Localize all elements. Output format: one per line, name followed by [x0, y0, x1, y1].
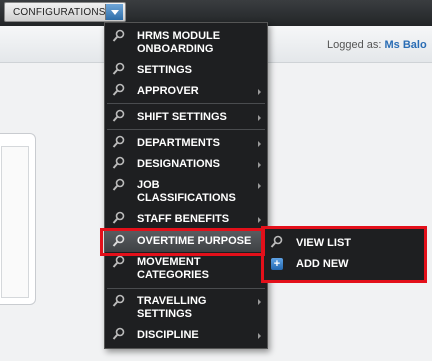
content-panel: [1, 146, 29, 298]
menu-item-label: DESIGNATIONS: [137, 158, 220, 170]
magnifier-icon: [112, 178, 125, 191]
magnifier-icon: [112, 83, 125, 96]
menu-item-label: APPROVER: [137, 85, 199, 97]
magnifier-icon: [112, 327, 125, 340]
submenu-highlight-box: [261, 226, 427, 283]
menu-item-label-line2: CATEGORIES: [137, 269, 209, 281]
logged-as-text: Logged as: Ms Balo: [327, 39, 427, 51]
menu-item-designations[interactable]: DESIGNATIONS: [105, 156, 267, 172]
menu-item-approver[interactable]: APPROVER: [105, 83, 267, 99]
menu-item-label: HRMS MODULE: [137, 30, 221, 42]
magnifier-icon: [112, 294, 125, 307]
logged-user-link[interactable]: Ms Balo: [385, 39, 427, 51]
menu-item-label: SHIFT SETTINGS: [137, 111, 227, 123]
menu-divider: [107, 288, 265, 289]
configurations-menu-button[interactable]: CONFIGURATIONS: [4, 2, 126, 22]
menu-item-job-classifications[interactable]: JOB CLASSIFICATIONS: [105, 178, 267, 206]
menu-item-label-line2: ONBOARDING: [137, 43, 214, 55]
menu-item-label: STAFF BENEFITS: [137, 213, 230, 225]
menu-item-label: TRAVELLING: [137, 295, 207, 307]
menu-item-discipline[interactable]: DISCIPLINE: [105, 327, 267, 343]
menu-item-label: JOB: [137, 179, 160, 191]
menu-item-settings[interactable]: SETTINGS: [105, 62, 267, 78]
menu-item-hrms-module-onboarding[interactable]: HRMS MODULE ONBOARDING: [105, 29, 267, 57]
chevron-right-icon: [258, 115, 261, 121]
menu-divider: [107, 129, 265, 130]
logged-as-label: Logged as:: [327, 39, 382, 51]
overtime-purpose-highlight-box: [100, 228, 266, 256]
chevron-right-icon: [258, 141, 261, 147]
chevron-right-icon: [258, 183, 261, 189]
menu-item-label: DEPARTMENTS: [137, 137, 220, 149]
magnifier-icon: [112, 62, 125, 75]
menu-item-label: DISCIPLINE: [137, 329, 199, 341]
menu-item-label-line2: CLASSIFICATIONS: [137, 192, 236, 204]
chevron-right-icon: [258, 299, 261, 305]
menu-divider: [107, 103, 265, 104]
menu-item-label: MOVEMENT: [137, 256, 201, 268]
magnifier-icon: [112, 211, 125, 224]
menu-item-staff-benefits[interactable]: STAFF BENEFITS: [105, 211, 267, 227]
menu-item-shift-settings[interactable]: SHIFT SETTINGS: [105, 109, 267, 125]
menu-item-label-line2: SETTINGS: [137, 308, 193, 320]
chevron-right-icon: [258, 162, 261, 168]
menu-item-departments[interactable]: DEPARTMENTS: [105, 135, 267, 151]
magnifier-icon: [112, 156, 125, 169]
menu-item-travelling-settings[interactable]: TRAVELLING SETTINGS: [105, 294, 267, 322]
menu-item-label: SETTINGS: [137, 64, 193, 76]
magnifier-icon: [112, 109, 125, 122]
chevron-right-icon: [258, 333, 261, 339]
configurations-dropdown-menu: HRMS MODULE ONBOARDING SETTINGS APPROVER…: [104, 22, 268, 349]
configurations-label: CONFIGURATIONS: [13, 7, 106, 18]
dropdown-arrow-icon[interactable]: [105, 4, 123, 20]
menu-item-movement-categories[interactable]: MOVEMENT CATEGORIES: [105, 255, 267, 283]
chevron-right-icon: [258, 217, 261, 223]
magnifier-icon: [112, 135, 125, 148]
content-card: [0, 133, 36, 305]
magnifier-icon: [112, 255, 125, 268]
chevron-right-icon: [258, 89, 261, 95]
magnifier-icon: [112, 29, 125, 42]
